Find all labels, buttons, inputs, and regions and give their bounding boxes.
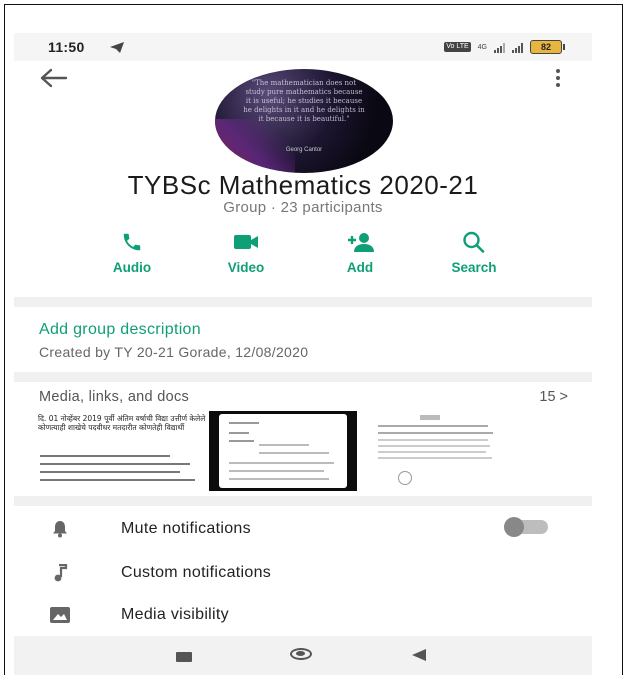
battery-icon: 82 <box>530 40 565 54</box>
image-icon <box>48 605 72 625</box>
section-divider <box>14 496 592 506</box>
group-avatar[interactable]: "The mathematician does not study pure m… <box>215 69 393 173</box>
media-header[interactable]: Media, links, and docs <box>39 389 189 405</box>
section-divider <box>14 297 592 307</box>
signal-icon-2 <box>512 41 523 53</box>
search-icon <box>463 231 485 253</box>
search-button[interactable]: Search <box>434 231 514 275</box>
search-label: Search <box>451 260 497 275</box>
mute-notifications-label: Mute notifications <box>121 520 251 537</box>
media-thumb-1[interactable]: दि. 01 नोव्हेंबर 2019 पूर्वी अंतिम वर्षा… <box>26 411 206 491</box>
group-subtitle: Group · 23 participants <box>223 199 383 216</box>
action-bar: Audio Video Add Search <box>14 231 592 283</box>
media-thumbnails: दि. 01 नोव्हेंबर 2019 पूर्वी अंतिम वर्षा… <box>26 411 508 491</box>
avatar-quote: "The mathematician does not study pure m… <box>243 79 365 123</box>
signal-icon <box>494 41 505 53</box>
mute-toggle[interactable] <box>504 517 548 537</box>
recent-apps-button[interactable] <box>176 652 192 662</box>
volte-badge: Vo LTE <box>444 42 471 52</box>
audio-label: Audio <box>112 260 152 275</box>
more-options-icon[interactable] <box>552 69 564 87</box>
media-thumb-1-text: दि. 01 नोव्हेंबर 2019 पूर्वी अंतिम वर्षा… <box>38 414 206 432</box>
add-participant-button[interactable]: Add <box>320 231 400 275</box>
phone-icon <box>123 233 141 251</box>
document-preview <box>219 414 347 488</box>
media-visibility-label: Media visibility <box>121 606 229 623</box>
audio-call-button[interactable]: Audio <box>92 231 172 275</box>
android-nav-bar <box>14 636 592 675</box>
home-button[interactable] <box>290 648 312 660</box>
telegram-icon <box>110 42 124 53</box>
media-thumb-2[interactable] <box>209 411 357 491</box>
group-title[interactable]: TYBSc Mathematics 2020-21 <box>14 170 592 201</box>
video-camera-icon <box>234 235 258 249</box>
avatar-author: Georg Cantor <box>285 147 323 153</box>
section-divider <box>14 372 592 382</box>
status-time: 11:50 <box>48 39 85 55</box>
network-type: 4G <box>477 43 487 51</box>
custom-notifications-row[interactable]: Custom notifications <box>48 560 271 586</box>
created-info: Created by TY 20-21 Gorade, 12/08/2020 <box>39 344 309 360</box>
media-visibility-row[interactable]: Media visibility <box>48 602 229 628</box>
bell-icon <box>48 519 72 539</box>
custom-notifications-label: Custom notifications <box>121 564 272 581</box>
back-arrow-icon[interactable] <box>40 67 68 89</box>
video-label: Video <box>227 260 265 275</box>
nav-back-button[interactable] <box>412 649 426 661</box>
video-call-button[interactable]: Video <box>206 231 286 275</box>
add-label: Add <box>346 260 374 275</box>
add-description-link[interactable]: Add group description <box>39 321 201 339</box>
media-thumb-3[interactable] <box>360 411 508 491</box>
music-note-icon <box>48 563 72 583</box>
status-bar: 11:50 Vo LTE 4G 82 <box>14 33 592 61</box>
media-count[interactable]: 15 > <box>539 389 568 405</box>
add-person-icon <box>348 233 374 252</box>
phone-screen: 11:50 Vo LTE 4G 82 "The mathematician do… <box>14 33 592 675</box>
mute-notifications-row[interactable]: Mute notifications <box>48 516 251 542</box>
